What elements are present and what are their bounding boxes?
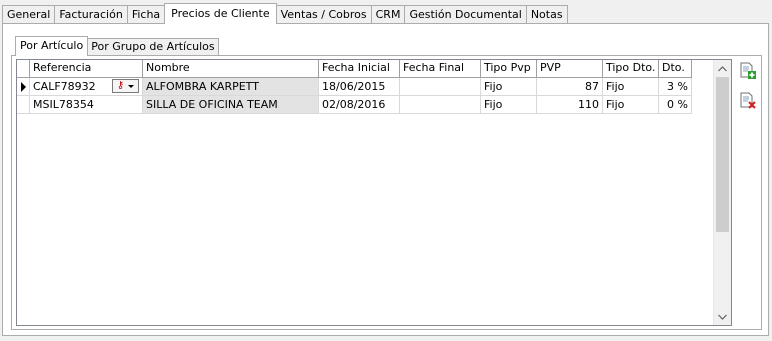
main-tab-strip: General Facturación Ficha Precios de Cli… [2, 3, 568, 24]
tab-por-articulo[interactable]: Por Artículo [15, 36, 89, 56]
tab-por-grupo-de-articulos[interactable]: Por Grupo de Artículos [87, 38, 219, 55]
sub-tab-strip: Por Artículo Por Grupo de Artículos [15, 36, 219, 56]
cell-dto[interactable]: 0 % [659, 96, 692, 114]
cell-tipo-pvp[interactable]: Fijo [481, 78, 537, 96]
delete-row-button[interactable] [740, 92, 756, 110]
column-header-tipo-dto[interactable]: Tipo Dto. [603, 60, 659, 78]
table-row[interactable]: MSIL78354 SILLA DE OFICINA TEAM 02/08/20… [17, 96, 692, 114]
cell-pvp[interactable]: 110 [537, 96, 603, 114]
table-row[interactable]: CALF78932 ⚷ ALFOMBRA KARPETT 18/06/2015 … [17, 78, 692, 96]
tab-gestion-documental[interactable]: Gestión Documental [404, 5, 527, 23]
add-row-button[interactable] [740, 62, 756, 80]
cell-referencia-value: CALF78932 [33, 80, 96, 93]
cell-referencia[interactable]: MSIL78354 [30, 96, 143, 114]
chevron-down-icon [718, 314, 727, 320]
scroll-up-button[interactable] [714, 60, 731, 77]
header-indicator-cell [17, 60, 30, 78]
tab-general[interactable]: General [2, 5, 56, 23]
current-row-arrow-icon [21, 82, 26, 92]
tab-notas[interactable]: Notas [525, 5, 568, 23]
cell-fecha-inicial[interactable]: 02/08/2016 [319, 96, 400, 114]
tab-facturacion[interactable]: Facturación [54, 5, 128, 23]
chevron-up-icon [718, 65, 727, 71]
cell-dto[interactable]: 3 % [659, 78, 692, 96]
cell-pvp[interactable]: 87 [537, 78, 603, 96]
cell-nombre[interactable]: ALFOMBRA KARPETT [143, 78, 319, 96]
column-header-fecha-final[interactable]: Fecha Final [400, 60, 481, 78]
column-header-nombre[interactable]: Nombre [143, 60, 319, 78]
scroll-down-button[interactable] [714, 308, 731, 325]
column-header-fecha-inicial[interactable]: Fecha Inicial [319, 60, 400, 78]
column-header-tipo-pvp[interactable]: Tipo Pvp [481, 60, 537, 78]
cell-nombre[interactable]: SILLA DE OFICINA TEAM [143, 96, 319, 114]
column-header-pvp[interactable]: PVP [537, 60, 603, 78]
cell-tipo-dto[interactable]: Fijo [603, 78, 659, 96]
tab-ficha[interactable]: Ficha [126, 5, 166, 23]
tab-ventas-cobros[interactable]: Ventas / Cobros [275, 5, 372, 23]
cell-fecha-inicial[interactable]: 18/06/2015 [319, 78, 400, 96]
cell-referencia[interactable]: CALF78932 ⚷ [30, 78, 143, 96]
referencia-lookup-button[interactable]: ⚷ [112, 79, 139, 93]
cell-fecha-final[interactable] [400, 96, 481, 114]
column-header-referencia[interactable]: Referencia [30, 60, 143, 78]
tab-precios-de-cliente[interactable]: Precios de Cliente [164, 3, 277, 24]
cell-fecha-final[interactable] [400, 78, 481, 96]
tab-crm[interactable]: CRM [370, 5, 406, 23]
scrollbar-thumb[interactable] [716, 77, 729, 232]
column-header-dto[interactable]: Dto. [659, 60, 692, 78]
row-indicator-cell [17, 78, 30, 96]
add-document-icon [740, 62, 756, 79]
chevron-down-icon [128, 84, 135, 88]
cell-tipo-pvp[interactable]: Fijo [481, 96, 537, 114]
cell-tipo-dto[interactable]: Fijo [603, 96, 659, 114]
delete-document-icon [740, 92, 756, 109]
vertical-scrollbar[interactable] [713, 60, 731, 325]
key-lookup-icon: ⚷ [116, 80, 125, 91]
grid-header-row: Referencia Nombre Fecha Inicial Fecha Fi… [17, 60, 692, 78]
prices-grid[interactable]: Referencia Nombre Fecha Inicial Fecha Fi… [16, 59, 732, 326]
row-indicator-cell [17, 96, 30, 114]
